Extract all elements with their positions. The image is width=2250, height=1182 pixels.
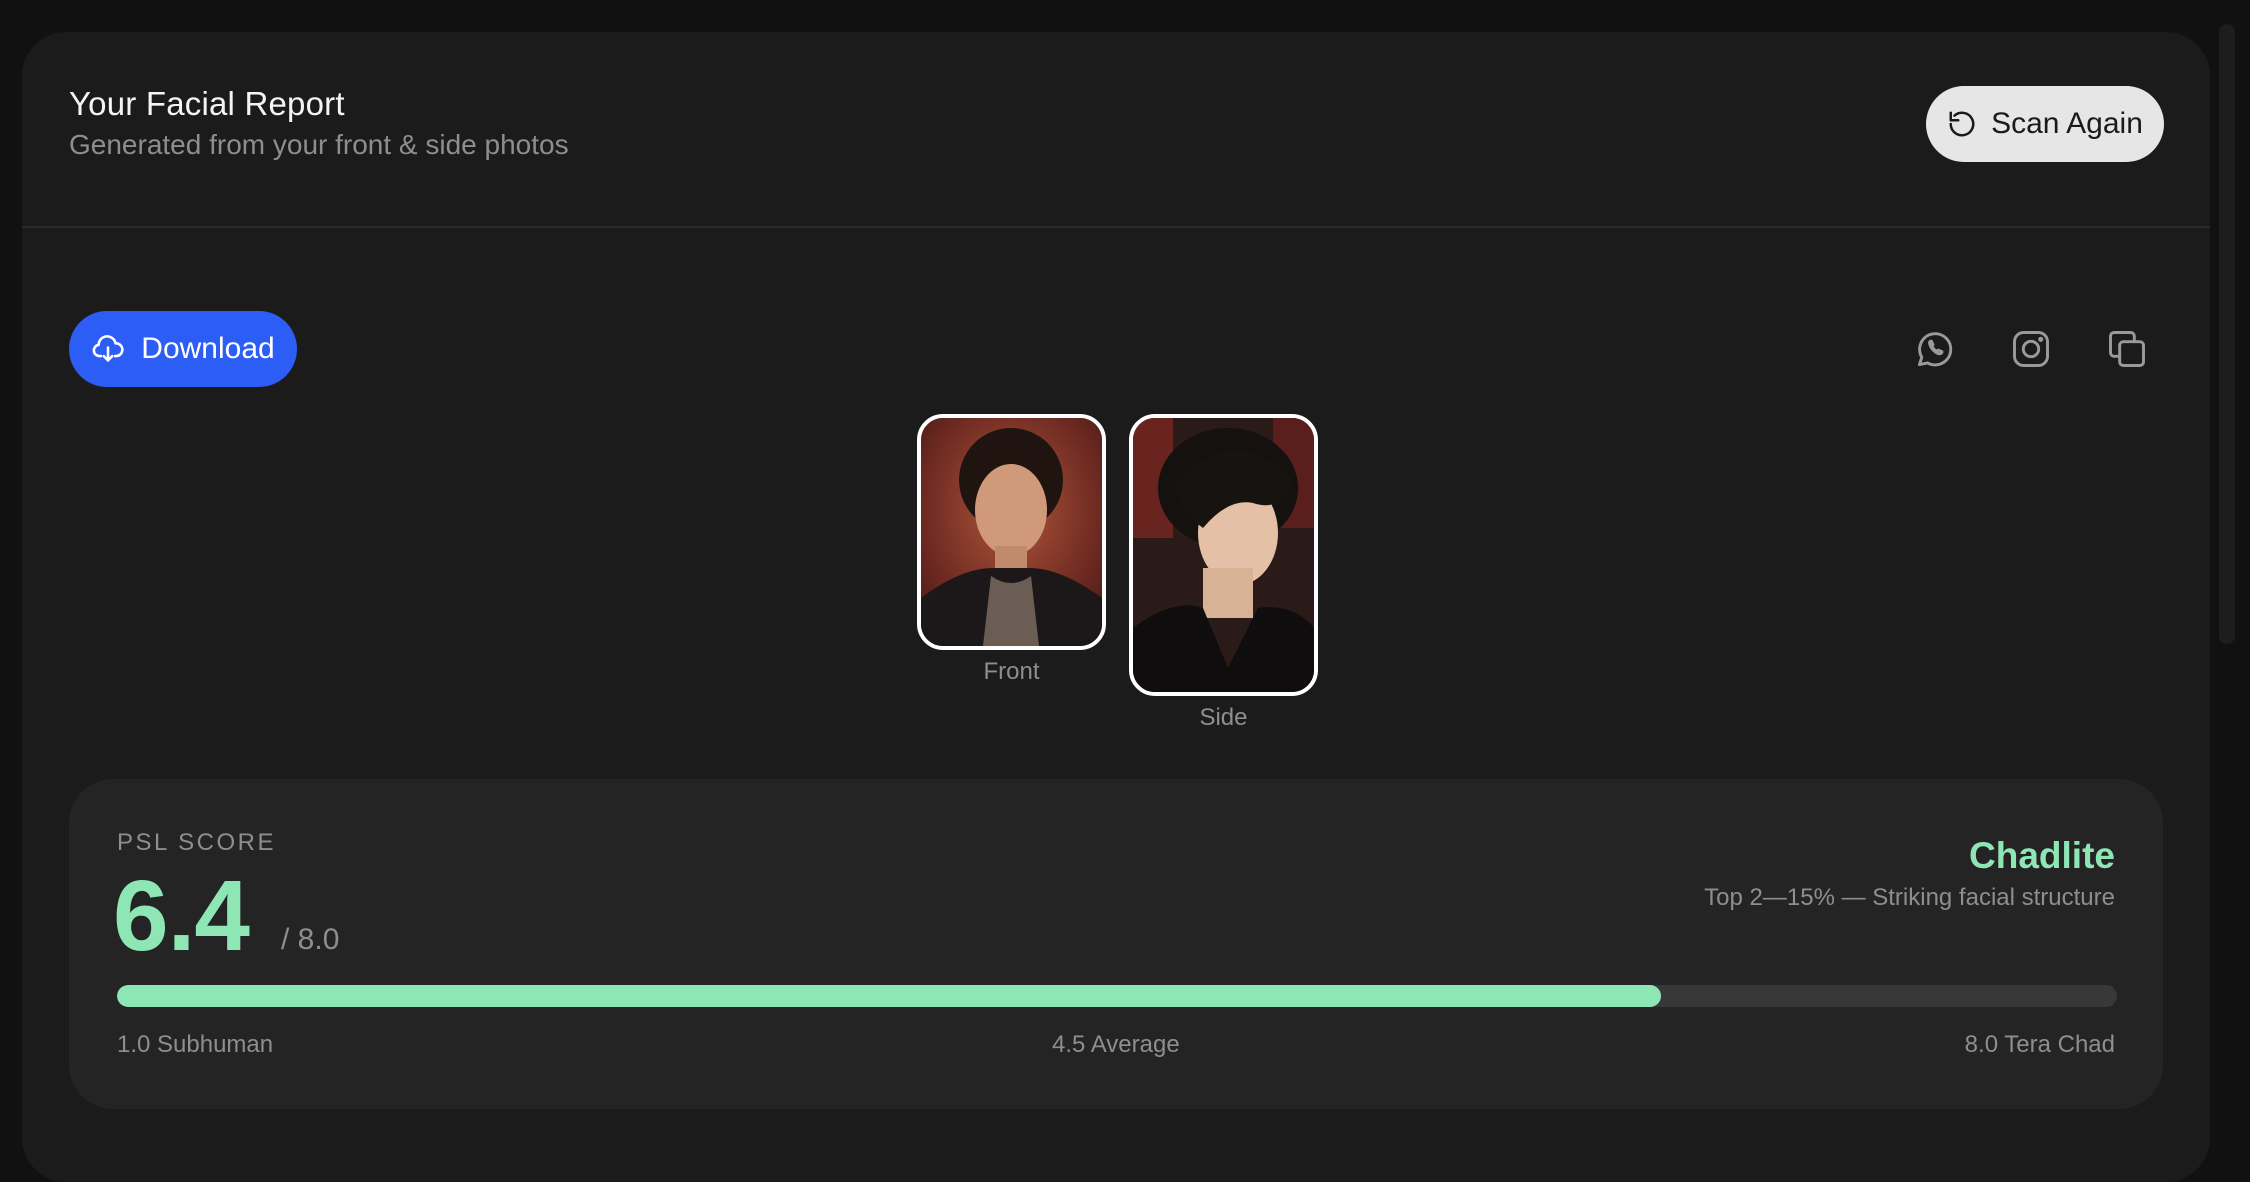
front-photo-label: Front xyxy=(983,658,1040,685)
side-photo-label: Side xyxy=(1199,704,1248,731)
side-photo xyxy=(1129,414,1318,696)
psl-progress-track xyxy=(117,985,2117,1007)
report-card: Your Facial Report Generated from your f… xyxy=(22,32,2210,1182)
download-button[interactable]: Download xyxy=(69,311,297,387)
copy-icon[interactable] xyxy=(2104,326,2150,372)
psl-score-value: 6.4 xyxy=(113,860,250,972)
page-title: Your Facial Report xyxy=(69,85,345,122)
report-header: Your Facial Report Generated from your f… xyxy=(22,32,2210,228)
page-subtitle: Generated from your front & side photos xyxy=(69,129,569,160)
instagram-icon[interactable] xyxy=(2008,326,2054,372)
psl-tier: Chadlite xyxy=(1969,835,2115,876)
psl-tier-description: Top 2—15% — Striking facial structure xyxy=(1704,884,2115,911)
scrollbar[interactable] xyxy=(2219,24,2235,644)
refresh-icon xyxy=(1949,111,1975,137)
side-photo-group: Side xyxy=(1129,414,1318,732)
psl-score-max: / 8.0 xyxy=(281,923,340,956)
psl-progress-fill xyxy=(117,985,1661,1007)
download-label: Download xyxy=(141,332,275,365)
scale-max-label: 8.0 Tera Chad xyxy=(1964,1031,2115,1058)
side-portrait-image xyxy=(1133,418,1314,692)
scale-mid-label: 4.5 Average xyxy=(1052,1031,1180,1058)
scan-again-button[interactable]: Scan Again xyxy=(1926,86,2164,162)
front-portrait-image xyxy=(921,418,1102,646)
psl-score-card: PSL SCORE 6.4 / 8.0 Chadlite Top 2—15% —… xyxy=(69,779,2163,1109)
psl-score-label: PSL SCORE xyxy=(117,829,276,856)
cloud-download-icon xyxy=(92,335,124,362)
whatsapp-icon[interactable] xyxy=(1912,326,1958,372)
front-photo-group: Front xyxy=(917,414,1106,686)
scale-min-label: 1.0 Subhuman xyxy=(117,1031,274,1058)
scan-again-label: Scan Again xyxy=(1991,107,2143,140)
front-photo xyxy=(917,414,1106,650)
